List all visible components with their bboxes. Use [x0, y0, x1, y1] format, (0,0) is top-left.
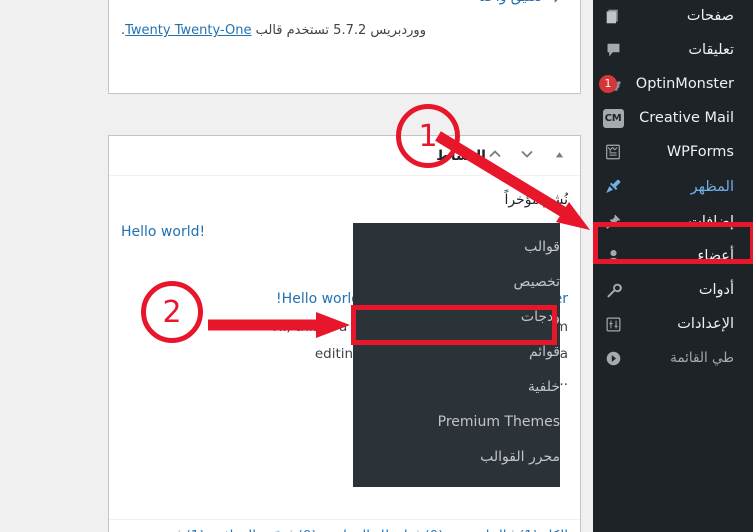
- comment-bubble-icon: [548, 0, 568, 5]
- creative-mail-cm-badge: CM: [602, 108, 624, 128]
- sidebar-item-settings[interactable]: الإعدادات: [593, 307, 753, 341]
- comment-post-link[interactable]: Hello world!: [276, 291, 360, 307]
- chevron-down-icon[interactable]: [518, 146, 536, 166]
- sidebar-item-users[interactable]: أعضاء: [593, 239, 753, 273]
- submenu-item-widgets-label: ودجات: [520, 308, 560, 325]
- sidebar-item-collapse-menu[interactable]: طي القائمة: [593, 341, 753, 375]
- screen-root: مقالة واحدة صفحة واحدة تعليق واحد: [0, 0, 753, 532]
- submenu-item-customize[interactable]: تخصيص: [353, 264, 560, 299]
- sidebar-item-collapse-menu-label: طي القائمة: [670, 350, 734, 366]
- appearance-icon: [601, 175, 625, 199]
- chevron-up-icon[interactable]: [486, 146, 504, 166]
- at-a-glance-card: مقالة واحدة صفحة واحدة تعليق واحد: [108, 0, 581, 94]
- sidebar-item-users-label: أعضاء: [697, 248, 735, 264]
- filter-approved[interactable]: تمّت الموافقة (1): [186, 528, 285, 532]
- activity-title: النشاط: [436, 147, 486, 164]
- plugins-icon: [601, 210, 625, 234]
- sidebar-item-optinmonster[interactable]: OptinMonster 1: [593, 67, 753, 101]
- glance-stat-comments[interactable]: تعليق واحد: [345, 0, 569, 5]
- comment-filters: الكل (1)|الخاصة بي (0)|بانتظار المراجعة …: [109, 519, 580, 532]
- theme-link[interactable]: Twenty Twenty-One: [125, 23, 251, 38]
- published-post-link[interactable]: Hello world!: [121, 224, 205, 240]
- admin-sidebar: صفحات تعليقات OptinMonster 1 CM Creative…: [593, 0, 753, 532]
- wordpress-version-line: ووردبريس 5.7.2 تستخدم قالب Twenty Twenty…: [121, 9, 568, 38]
- filter-sep-2: |: [412, 528, 425, 532]
- version-prefix: ووردبريس 5.7.2 تستخدم قالب: [251, 23, 426, 38]
- activity-header: النشاط: [109, 136, 580, 176]
- glance-row-2: تعليق واحد: [121, 0, 568, 9]
- sidebar-item-settings-label: الإعدادات: [677, 316, 734, 332]
- comments-icon: [601, 38, 625, 62]
- submenu-item-background-label: خلفية: [527, 378, 560, 395]
- submenu-item-theme-editor[interactable]: محرر القوالب: [353, 439, 560, 474]
- wpforms-icon: [601, 140, 625, 164]
- sidebar-item-plugins-label: إضافات: [688, 214, 734, 230]
- glance-stat-comments-label: تعليق واحد: [480, 0, 542, 5]
- submenu-item-menus-label: قوائم: [528, 343, 560, 360]
- sort-up-icon[interactable]: [550, 146, 568, 165]
- filter-sep-3: |: [285, 528, 298, 532]
- sidebar-item-wpforms[interactable]: WPForms: [593, 135, 753, 169]
- submenu-item-premium-themes[interactable]: Premium Themes: [353, 404, 560, 439]
- sidebar-item-appearance-label: المظهر: [690, 179, 734, 195]
- submenu-item-themes-label: قوالب: [524, 238, 560, 255]
- collapse-icon: [601, 346, 625, 370]
- optinmonster-badge: 1: [599, 75, 617, 93]
- sidebar-item-tools-label: أدوات: [698, 282, 734, 298]
- recently-published-heading: نُشر مؤخراً: [504, 192, 568, 208]
- sidebar-item-pages[interactable]: صفحات: [593, 0, 753, 33]
- submenu-item-widgets[interactable]: ودجات: [353, 299, 560, 334]
- sidebar-item-comments-label: تعليقات: [688, 42, 734, 58]
- glance-spacer: [121, 0, 345, 5]
- pages-icon: [601, 4, 625, 28]
- tools-icon: [601, 278, 625, 302]
- sidebar-item-optinmonster-label: OptinMonster: [635, 76, 734, 92]
- submenu-item-premium-themes-label: Premium Themes: [437, 413, 560, 430]
- filter-sep-1: |: [506, 528, 519, 532]
- sidebar-item-comments[interactable]: تعليقات: [593, 33, 753, 67]
- creative-mail-icon: CM: [601, 106, 625, 130]
- sidebar-item-appearance[interactable]: المظهر: [593, 169, 753, 205]
- filter-all[interactable]: الكل (1): [519, 528, 568, 532]
- sidebar-item-wpforms-label: WPForms: [666, 144, 734, 160]
- appearance-submenu: قوالب تخصيص ودجات قوائم خلفية Premium Th…: [353, 223, 560, 487]
- filter-sep-4: |: [173, 528, 186, 532]
- submenu-item-customize-label: تخصيص: [513, 273, 560, 290]
- submenu-item-theme-editor-label: محرر القوالب: [480, 448, 560, 465]
- filter-pending[interactable]: بانتظار المراجعة (0): [298, 528, 412, 532]
- settings-icon: [601, 312, 625, 336]
- filter-mine[interactable]: الخاصة بي (0): [424, 528, 506, 532]
- sidebar-item-tools[interactable]: أدوات: [593, 273, 753, 307]
- submenu-item-menus[interactable]: قوائم: [353, 334, 560, 369]
- activity-handle-actions: [486, 146, 568, 166]
- sidebar-item-creative-mail[interactable]: CM Creative Mail: [593, 101, 753, 135]
- submenu-item-background[interactable]: خلفية: [353, 369, 560, 404]
- submenu-item-themes[interactable]: قوالب: [353, 229, 560, 264]
- users-icon: [601, 244, 625, 268]
- sidebar-item-plugins[interactable]: إضافات: [593, 205, 753, 239]
- sidebar-item-pages-label: صفحات: [686, 8, 734, 24]
- sidebar-item-creative-mail-label: Creative Mail: [639, 110, 734, 126]
